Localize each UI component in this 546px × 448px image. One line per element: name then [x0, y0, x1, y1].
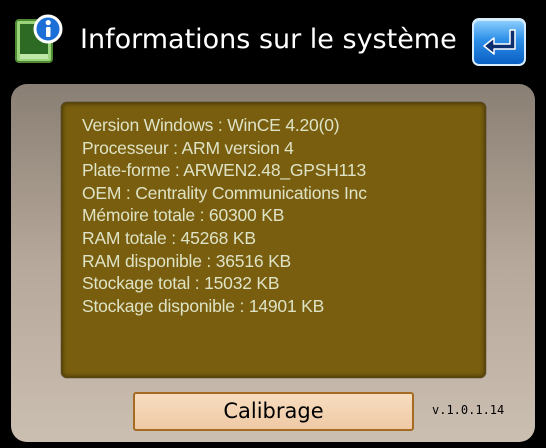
back-button[interactable]	[472, 18, 526, 66]
calibrate-button[interactable]: Calibrage	[133, 392, 414, 431]
info-line-windows-version: Version Windows : WinCE 4.20(0)	[82, 115, 340, 135]
content-panel: Version Windows : WinCE 4.20(0) Processe…	[11, 84, 535, 442]
page-title: Informations sur le système	[80, 24, 457, 55]
system-info-screen: Informations sur le système Version Wind…	[0, 0, 546, 448]
info-line-total-memory: Mémoire totale : 60300 KB	[82, 205, 285, 226]
info-line-platform: Plate-forme : ARWEN2.48_GPSH113	[82, 160, 366, 181]
info-line-available-ram: RAM disponible : 36516 KB	[82, 250, 292, 271]
info-device-icon	[14, 14, 66, 68]
version-label: v.1.0.1.14	[432, 403, 505, 417]
info-line-total-storage: Stockage total : 15032 KB	[82, 273, 280, 294]
info-line-oem: OEM : Centrality Communications Inc	[82, 182, 367, 203]
info-line-available-storage: Stockage disponible : 14901 KB	[82, 295, 325, 316]
title-bar: Informations sur le système	[0, 0, 546, 84]
system-info-box: Version Windows : WinCE 4.20(0) Processe…	[61, 102, 486, 378]
info-line-total-ram: RAM totale : 45268 KB	[82, 227, 256, 248]
system-info-list: Version Windows : WinCE 4.20(0) Processe…	[82, 114, 367, 317]
info-line-processor: Processeur : ARM version 4	[82, 137, 294, 158]
